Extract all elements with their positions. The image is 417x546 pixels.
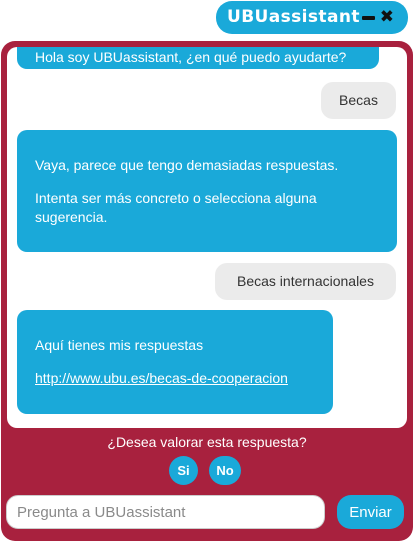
chat-header-tab[interactable]: UBUassistant ✖ bbox=[216, 1, 408, 34]
rating-yes-button[interactable]: Si bbox=[169, 456, 198, 485]
question-input[interactable] bbox=[6, 495, 325, 529]
header-controls: ✖ bbox=[361, 1, 394, 34]
rating-question: ¿Desea valorar esta respuesta? bbox=[107, 434, 307, 450]
bot-message-line: Intenta ser más concreto o selecciona al… bbox=[35, 190, 317, 225]
messages-panel[interactable]: Hola soy UBUassistant, ¿en qué puedo ayu… bbox=[7, 47, 407, 428]
user-message-becas: Becas bbox=[321, 82, 396, 119]
header-title: UBUassistant bbox=[227, 7, 360, 27]
bot-answer-text: Aquí tienes mis respuestas bbox=[35, 337, 204, 353]
user-message-becas-internacionales: Becas internacionales bbox=[215, 263, 396, 300]
minus-icon[interactable] bbox=[361, 15, 375, 20]
bot-message-greeting: Hola soy UBUassistant, ¿en qué puedo ayu… bbox=[17, 47, 379, 69]
bot-message-answer: Aquí tienes mis respuestas http://www.ub… bbox=[17, 310, 333, 414]
bot-message-too-many-answers: Vaya, parece que tengo demasiadas respue… bbox=[17, 130, 397, 252]
close-icon[interactable]: ✖ bbox=[380, 9, 394, 26]
rating-no-button[interactable]: No bbox=[209, 456, 241, 485]
answer-link[interactable]: http://www.ubu.es/becas-de-cooperacion bbox=[35, 369, 315, 388]
chat-window: Hola soy UBUassistant, ¿en qué puedo ayu… bbox=[1, 41, 413, 541]
bot-message-line: Vaya, parece que tengo demasiadas respue… bbox=[35, 157, 339, 173]
send-button[interactable]: Enviar bbox=[337, 495, 404, 529]
